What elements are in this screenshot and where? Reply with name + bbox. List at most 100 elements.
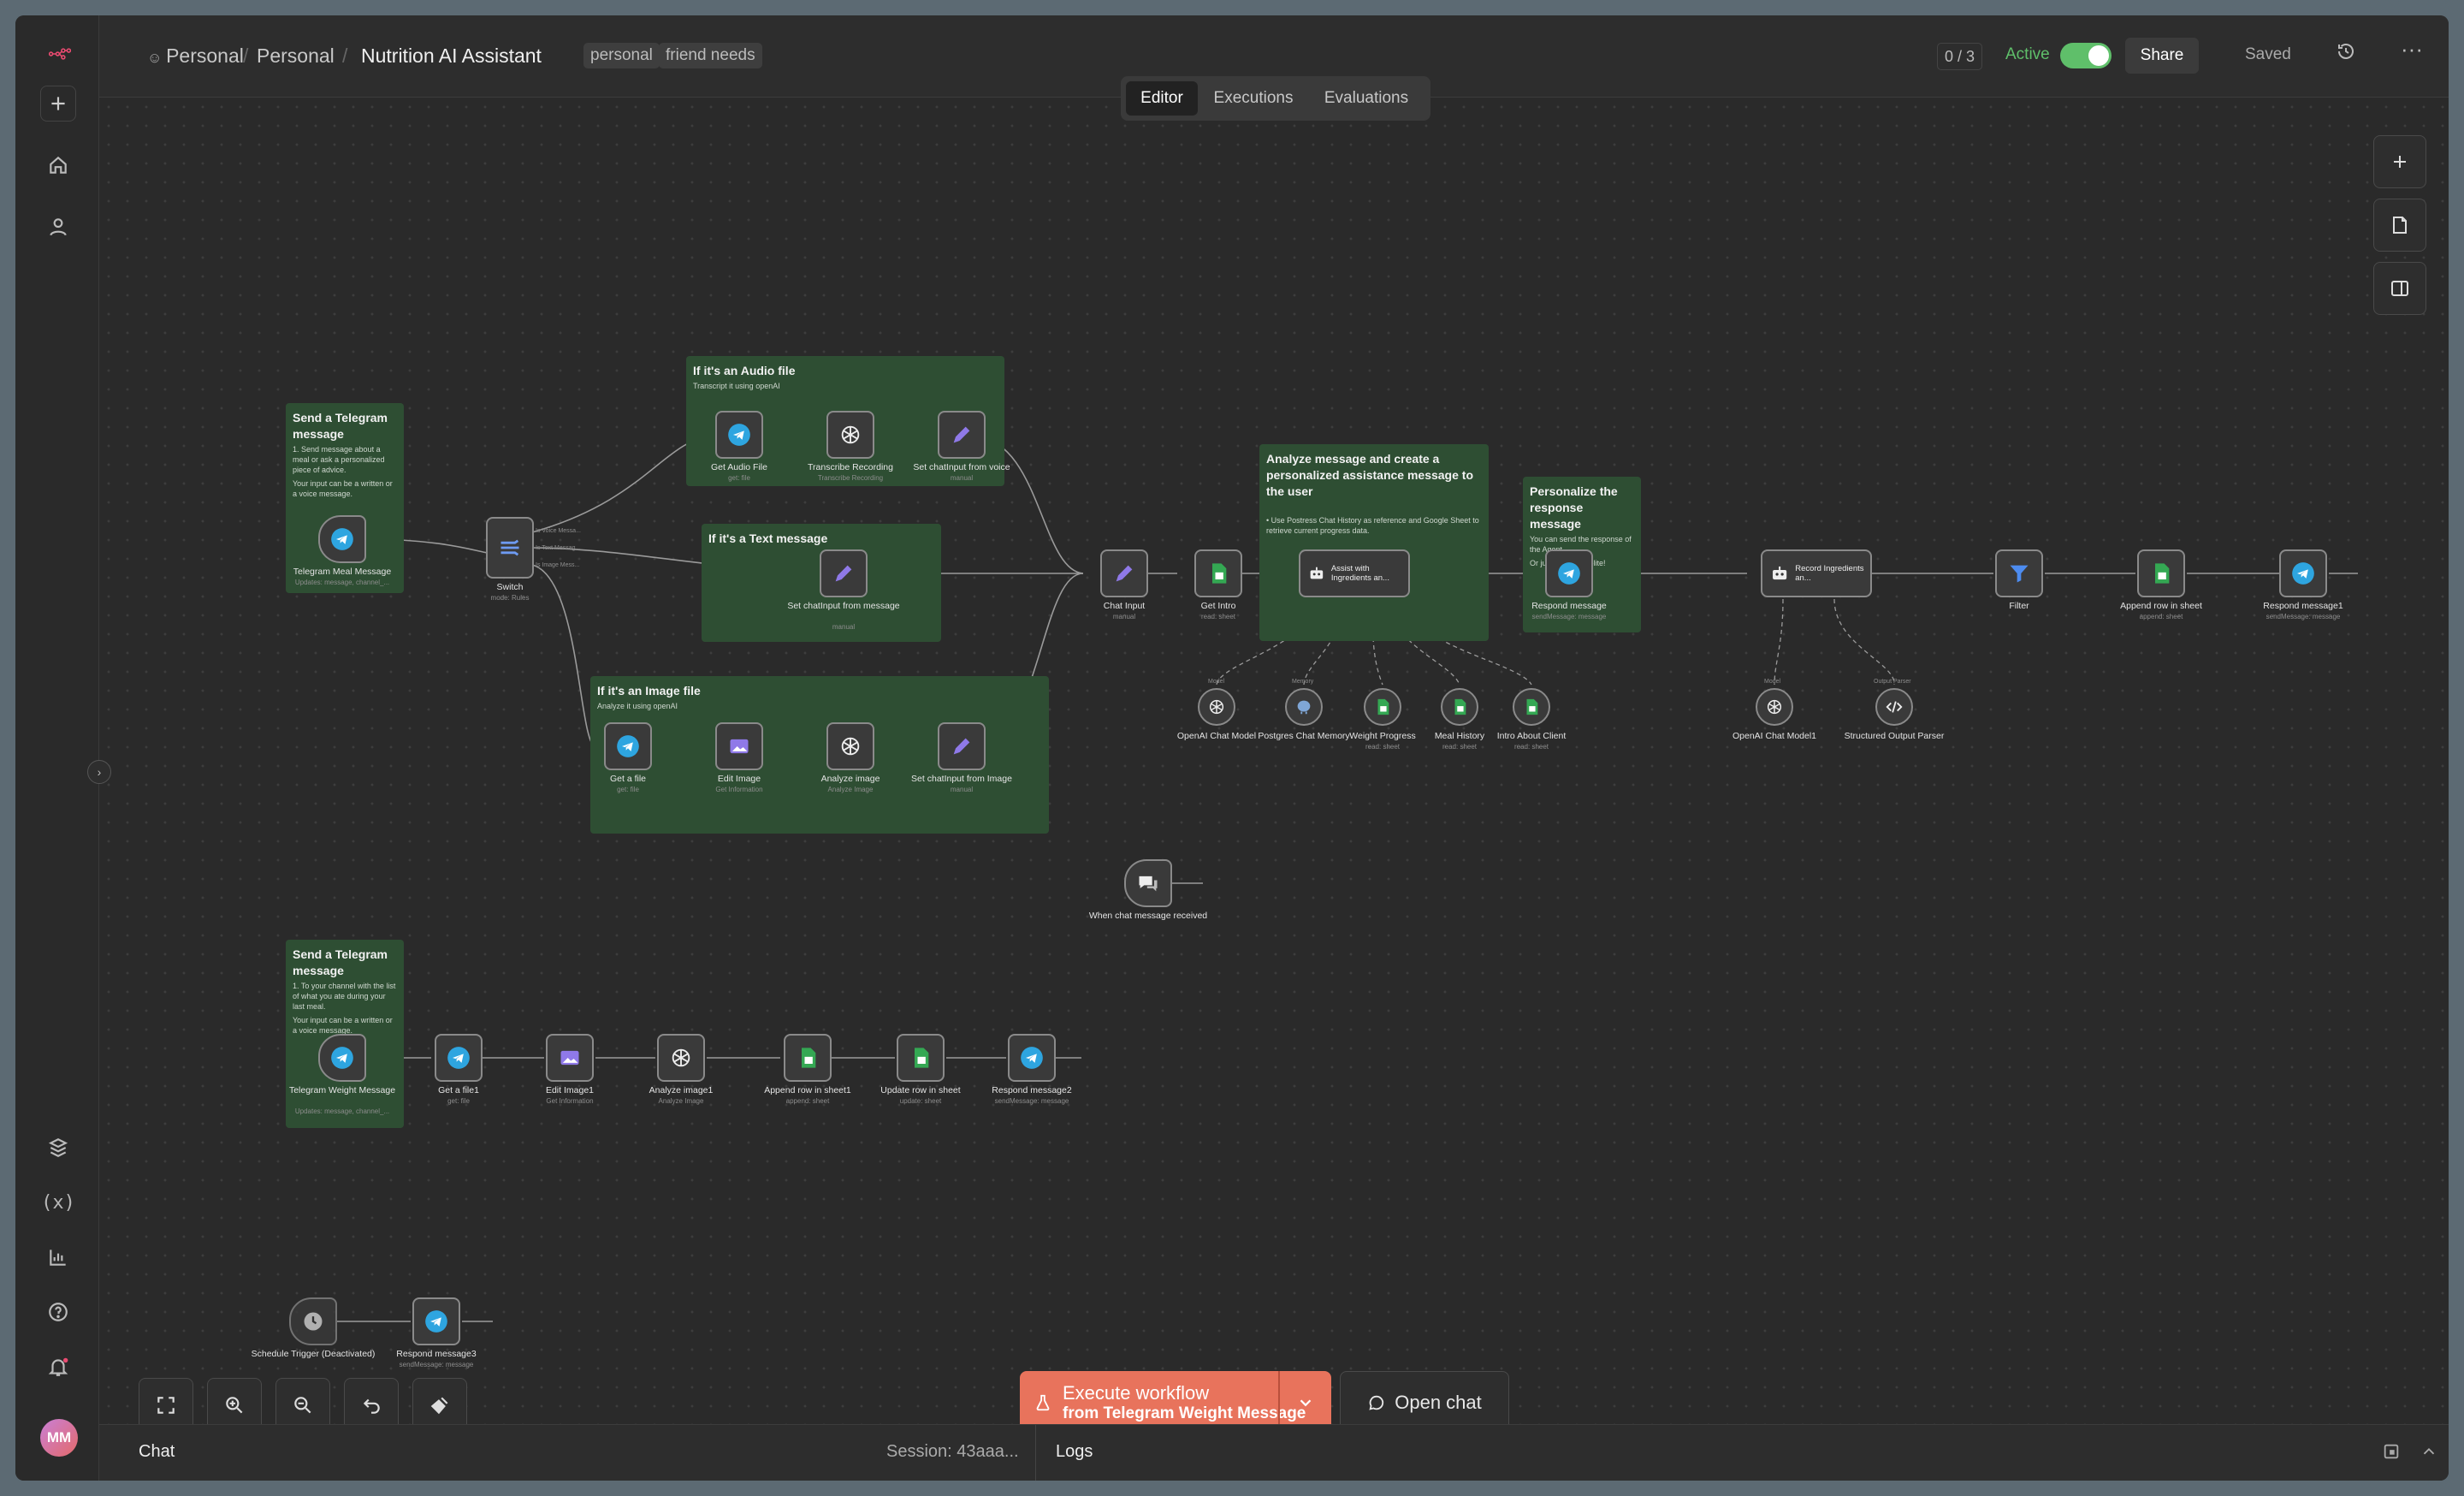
tab-editor[interactable]: Editor [1126,81,1198,116]
google-sheets-icon [2155,563,2170,584]
respond3-node[interactable] [412,1297,460,1345]
update-row-node[interactable] [897,1034,945,1082]
filter-icon [2010,565,2029,583]
transcribe-node[interactable] [826,411,874,459]
help-icon[interactable] [40,1294,76,1330]
record-agent-node[interactable]: Record Ingredients an... [1761,549,1872,597]
node-label: Respond message1 [2263,601,2343,611]
templates-icon[interactable] [40,1130,76,1166]
get-audio-node[interactable] [715,411,763,459]
postgres-memory-node[interactable] [1285,688,1323,726]
wire-label: Memory [1292,679,1314,685]
chevron-up-icon[interactable] [2420,1442,2440,1463]
tab-executions[interactable]: Executions [1206,81,1300,116]
get-file1-node[interactable] [435,1034,483,1082]
more-options-icon[interactable]: ··· [2401,36,2423,62]
chat-panel-title[interactable]: Chat [139,1442,175,1462]
sticky-title: If it's an Image file [597,684,701,698]
node-label: Respond message [1531,601,1607,611]
append-row-node[interactable] [2137,549,2185,597]
intro-client-node[interactable] [1513,688,1550,726]
analyze-image1-node[interactable] [657,1034,705,1082]
chat-input-node[interactable] [1100,549,1148,597]
respond1-node[interactable] [2279,549,2327,597]
meal-history-node[interactable] [1441,688,1478,726]
expand-sidebar-button[interactable]: › [87,760,111,784]
notifications-icon[interactable] [40,1349,76,1385]
filter-node[interactable] [1995,549,2043,597]
edit-image1-node[interactable] [546,1034,594,1082]
person-icon: ☺ [147,50,167,66]
openai-icon [1767,699,1782,715]
node-label: Filter [2009,601,2029,611]
history-icon[interactable] [2336,41,2365,70]
code-icon [1886,701,1903,713]
execution-counter: 0 / 3 [1937,43,1983,70]
image-icon [560,1050,579,1066]
user-icon[interactable] [40,209,76,245]
weight-progress-node[interactable] [1364,688,1401,726]
sticky-note[interactable]: Analyze message and create a personalize… [1259,444,1489,641]
node-subtitle: Analyze Image [658,1097,704,1105]
variables-icon[interactable]: (x) [40,1184,76,1220]
workflow-name[interactable]: Nutrition AI Assistant [361,45,542,68]
schedule-trigger-node[interactable] [289,1297,337,1345]
node-subtitle: sendMessage: message [994,1097,1069,1105]
switch-node[interactable] [486,517,534,579]
breadcrumb-owner[interactable]: ☺ Personal [147,45,244,68]
openai-model1-node[interactable] [1756,688,1793,726]
connection-dashed [1774,598,1895,686]
robot-icon [1773,566,1787,580]
openai-icon [841,737,860,756]
append-row1-node[interactable] [784,1034,832,1082]
popout-icon[interactable] [2382,1442,2402,1463]
workflow-canvas[interactable]: Is Voice Messa... Is Text Messag... Is I… [87,98,2449,1434]
openai-model-node[interactable] [1198,688,1235,726]
telegram-icon [728,424,750,446]
add-node-button[interactable] [2373,135,2426,188]
connections: Is Voice Messa... Is Text Messag... Is I… [337,436,2358,1322]
set-image-node[interactable] [938,722,986,770]
zoom-in-icon [226,1397,243,1414]
insights-icon[interactable] [40,1239,76,1275]
app-window: (x) MM ☺ Personal / Personal / Nutrition… [15,15,2449,1481]
node-label: Assist with Ingredients an... [1330,564,1389,583]
fullscreen-icon [157,1397,175,1414]
node-label: Record Ingredients an... [1795,564,1864,583]
active-toggle[interactable] [2060,43,2112,68]
n8n-logo-icon[interactable] [40,36,80,72]
node-subtitle: manual [950,786,974,793]
plus-icon [2394,156,2406,168]
tab-evaluations[interactable]: Evaluations [1311,81,1422,116]
wire-label: Model [1764,679,1781,685]
add-icon[interactable] [40,86,76,122]
chat-trigger-node[interactable] [1124,859,1172,907]
telegram-icon [2292,562,2314,585]
note-icon [2393,217,2407,234]
edit-image-node[interactable] [715,722,763,770]
analyze-image-node[interactable] [826,722,874,770]
output-parser-node[interactable] [1875,688,1913,726]
share-button[interactable]: Share [2125,38,2199,74]
telegram-weight-trigger-node[interactable] [318,1034,366,1082]
get-intro-node[interactable] [1194,549,1242,597]
header: ☺ Personal / Personal / Nutrition AI Ass… [99,15,2449,121]
panel-toggle-button[interactable] [2373,262,2426,315]
sticky-note[interactable]: Send a Telegram message 1. Send message a… [286,403,404,593]
home-icon[interactable] [40,147,76,183]
tag[interactable]: friend needs [659,43,762,68]
respond2-node[interactable] [1008,1034,1056,1082]
node-subtitle: read: sheet [1200,613,1236,620]
wire-label: Is Voice Messa... [536,528,581,534]
logs-panel-title[interactable]: Logs [1056,1442,1093,1462]
avatar[interactable]: MM [40,1419,78,1457]
assist-agent-node[interactable]: Assist with Ingredients an... [1299,549,1410,597]
sticky-note-button[interactable] [2373,199,2426,252]
respond-node[interactable] [1545,549,1593,597]
set-message-node[interactable] [820,549,868,597]
tag[interactable]: personal [583,43,660,68]
breadcrumb-project[interactable]: Personal [257,45,335,68]
telegram-trigger-node[interactable] [318,515,366,563]
get-file-node[interactable] [604,722,652,770]
set-voice-node[interactable] [938,411,986,459]
